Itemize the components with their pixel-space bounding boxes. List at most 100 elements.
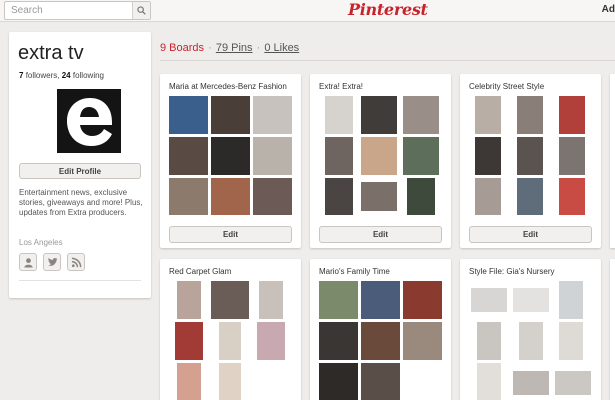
magnifier-icon xyxy=(137,6,146,15)
top-right-menu[interactable]: Ad xyxy=(602,4,615,15)
pin-thumbnail[interactable] xyxy=(517,178,543,215)
board-card[interactable]: Style File: Gia's Nursery xyxy=(460,259,601,400)
pin-thumbnail[interactable] xyxy=(319,363,358,400)
pin-thumbnail[interactable] xyxy=(211,96,250,134)
pin-thumbnail[interactable] xyxy=(477,363,501,400)
pin-thumbnail[interactable] xyxy=(319,281,358,319)
rss-link-button[interactable] xyxy=(67,253,85,271)
board-title[interactable]: Mario's Family Time xyxy=(319,267,390,276)
pin-thumbnail[interactable] xyxy=(361,281,400,319)
pin-thumbnail[interactable] xyxy=(211,178,250,215)
board-title[interactable]: Celebrity Street Style xyxy=(469,82,544,91)
pin-thumbnail[interactable] xyxy=(169,96,208,134)
follow-stats: 7 followers, 24 following xyxy=(19,71,104,80)
pin-thumbnail[interactable] xyxy=(211,137,250,175)
pin-thumbnail[interactable] xyxy=(177,281,201,319)
pin-thumbnail[interactable] xyxy=(559,96,585,134)
edit-profile-button[interactable]: Edit Profile xyxy=(19,163,141,179)
edit-board-button[interactable]: Edit xyxy=(319,226,442,243)
pin-thumbnail[interactable] xyxy=(475,178,501,215)
board-title[interactable]: Extra! Extra! xyxy=(319,82,363,91)
pin-thumbnail[interactable] xyxy=(477,322,501,360)
board-title[interactable]: Red Carpet Glam xyxy=(169,267,231,276)
pin-thumbnail[interactable] xyxy=(471,288,507,312)
pin-thumbnail[interactable] xyxy=(403,322,442,360)
pin-thumbnail[interactable] xyxy=(559,178,585,215)
profile-link-button[interactable] xyxy=(19,253,37,271)
profile-stats-bar: 9 Boards · 79 Pins · 0 Likes xyxy=(160,42,299,54)
pin-thumbnail[interactable] xyxy=(177,363,201,400)
profile-card: extra tv 7 followers, 24 following Edit … xyxy=(9,32,151,298)
pin-thumbnail[interactable] xyxy=(517,137,543,175)
followers-label[interactable]: followers, xyxy=(26,71,60,80)
pin-thumbnail[interactable] xyxy=(403,96,439,134)
pin-thumbnail[interactable] xyxy=(475,137,501,175)
likes-tab[interactable]: 0 Likes xyxy=(264,42,299,54)
pin-thumbnail[interactable] xyxy=(325,137,353,175)
pin-thumbnail[interactable] xyxy=(403,281,442,319)
board-card[interactable]: Mario's Family Time xyxy=(310,259,451,400)
pin-thumbnail[interactable] xyxy=(403,137,439,175)
board-card-partial[interactable] xyxy=(610,74,615,248)
pin-thumbnail[interactable] xyxy=(407,178,435,215)
pin-thumbnail[interactable] xyxy=(513,288,549,312)
stats-divider xyxy=(160,60,615,61)
pin-thumbnail[interactable] xyxy=(211,281,249,319)
pin-thumbnail[interactable] xyxy=(361,363,400,400)
pin-thumbnail[interactable] xyxy=(361,137,397,175)
rss-icon xyxy=(71,257,81,267)
board-card[interactable]: Extra! Extra! Edit xyxy=(310,74,451,248)
following-count[interactable]: 24 xyxy=(62,71,71,80)
avatar[interactable] xyxy=(57,89,121,153)
pin-thumbnail[interactable] xyxy=(253,96,292,134)
separator: · xyxy=(208,42,212,54)
search-box[interactable] xyxy=(4,1,151,20)
board-card[interactable]: Red Carpet Glam xyxy=(160,259,301,400)
pin-thumbnail[interactable] xyxy=(219,322,241,360)
pin-thumbnail[interactable] xyxy=(325,96,353,134)
profile-location[interactable]: Los Angeles xyxy=(19,238,63,247)
pin-thumbnail[interactable] xyxy=(513,371,549,395)
pin-thumbnail[interactable] xyxy=(559,322,583,360)
pin-thumbnail[interactable] xyxy=(555,371,591,395)
pin-thumbnail[interactable] xyxy=(475,96,501,134)
pin-thumbnail[interactable] xyxy=(253,178,292,215)
search-button[interactable] xyxy=(132,2,150,19)
pin-thumbnail[interactable] xyxy=(259,281,283,319)
pin-thumbnail[interactable] xyxy=(169,137,208,175)
pin-thumbnail[interactable] xyxy=(175,322,203,360)
pin-thumbnail[interactable] xyxy=(257,322,285,360)
pin-thumbnail[interactable] xyxy=(319,322,358,360)
top-bar: Pinterest Ad xyxy=(0,0,615,22)
board-card-partial[interactable] xyxy=(610,259,615,400)
profile-description: Entertainment news, exclusive stories, g… xyxy=(19,188,143,217)
pin-thumbnail[interactable] xyxy=(361,96,397,134)
pin-thumbnail[interactable] xyxy=(169,178,208,215)
boards-tab[interactable]: 9 Boards xyxy=(160,42,204,54)
pin-thumbnail[interactable] xyxy=(559,137,585,175)
pinterest-logo[interactable]: Pinterest xyxy=(348,0,428,20)
board-title[interactable]: Maria at Mercedes-Benz Fashion xyxy=(169,82,287,91)
followers-count[interactable]: 7 xyxy=(19,71,23,80)
pin-thumbnail[interactable] xyxy=(219,363,241,400)
pin-thumbnail[interactable] xyxy=(325,178,353,215)
twitter-link-button[interactable] xyxy=(43,253,61,271)
pin-thumbnail[interactable] xyxy=(517,96,543,134)
separator: · xyxy=(256,42,261,54)
pin-thumbnail[interactable] xyxy=(519,322,543,360)
following-label[interactable]: following xyxy=(73,71,104,80)
edit-board-button[interactable]: Edit xyxy=(469,226,592,243)
pin-thumbnail[interactable] xyxy=(361,182,397,211)
divider xyxy=(19,280,141,281)
edit-board-button[interactable]: Edit xyxy=(169,226,292,243)
profile-name: extra tv xyxy=(18,42,84,64)
search-input[interactable] xyxy=(5,2,133,19)
board-title[interactable]: Style File: Gia's Nursery xyxy=(469,267,555,276)
twitter-icon xyxy=(47,257,58,266)
pin-thumbnail[interactable] xyxy=(361,322,400,360)
pins-tab[interactable]: 79 Pins xyxy=(216,42,253,54)
board-card[interactable]: Celebrity Street Style Edit xyxy=(460,74,601,248)
pin-thumbnail[interactable] xyxy=(559,281,583,319)
pin-thumbnail[interactable] xyxy=(253,137,292,175)
board-card[interactable]: Maria at Mercedes-Benz Fashion Edit xyxy=(160,74,301,248)
